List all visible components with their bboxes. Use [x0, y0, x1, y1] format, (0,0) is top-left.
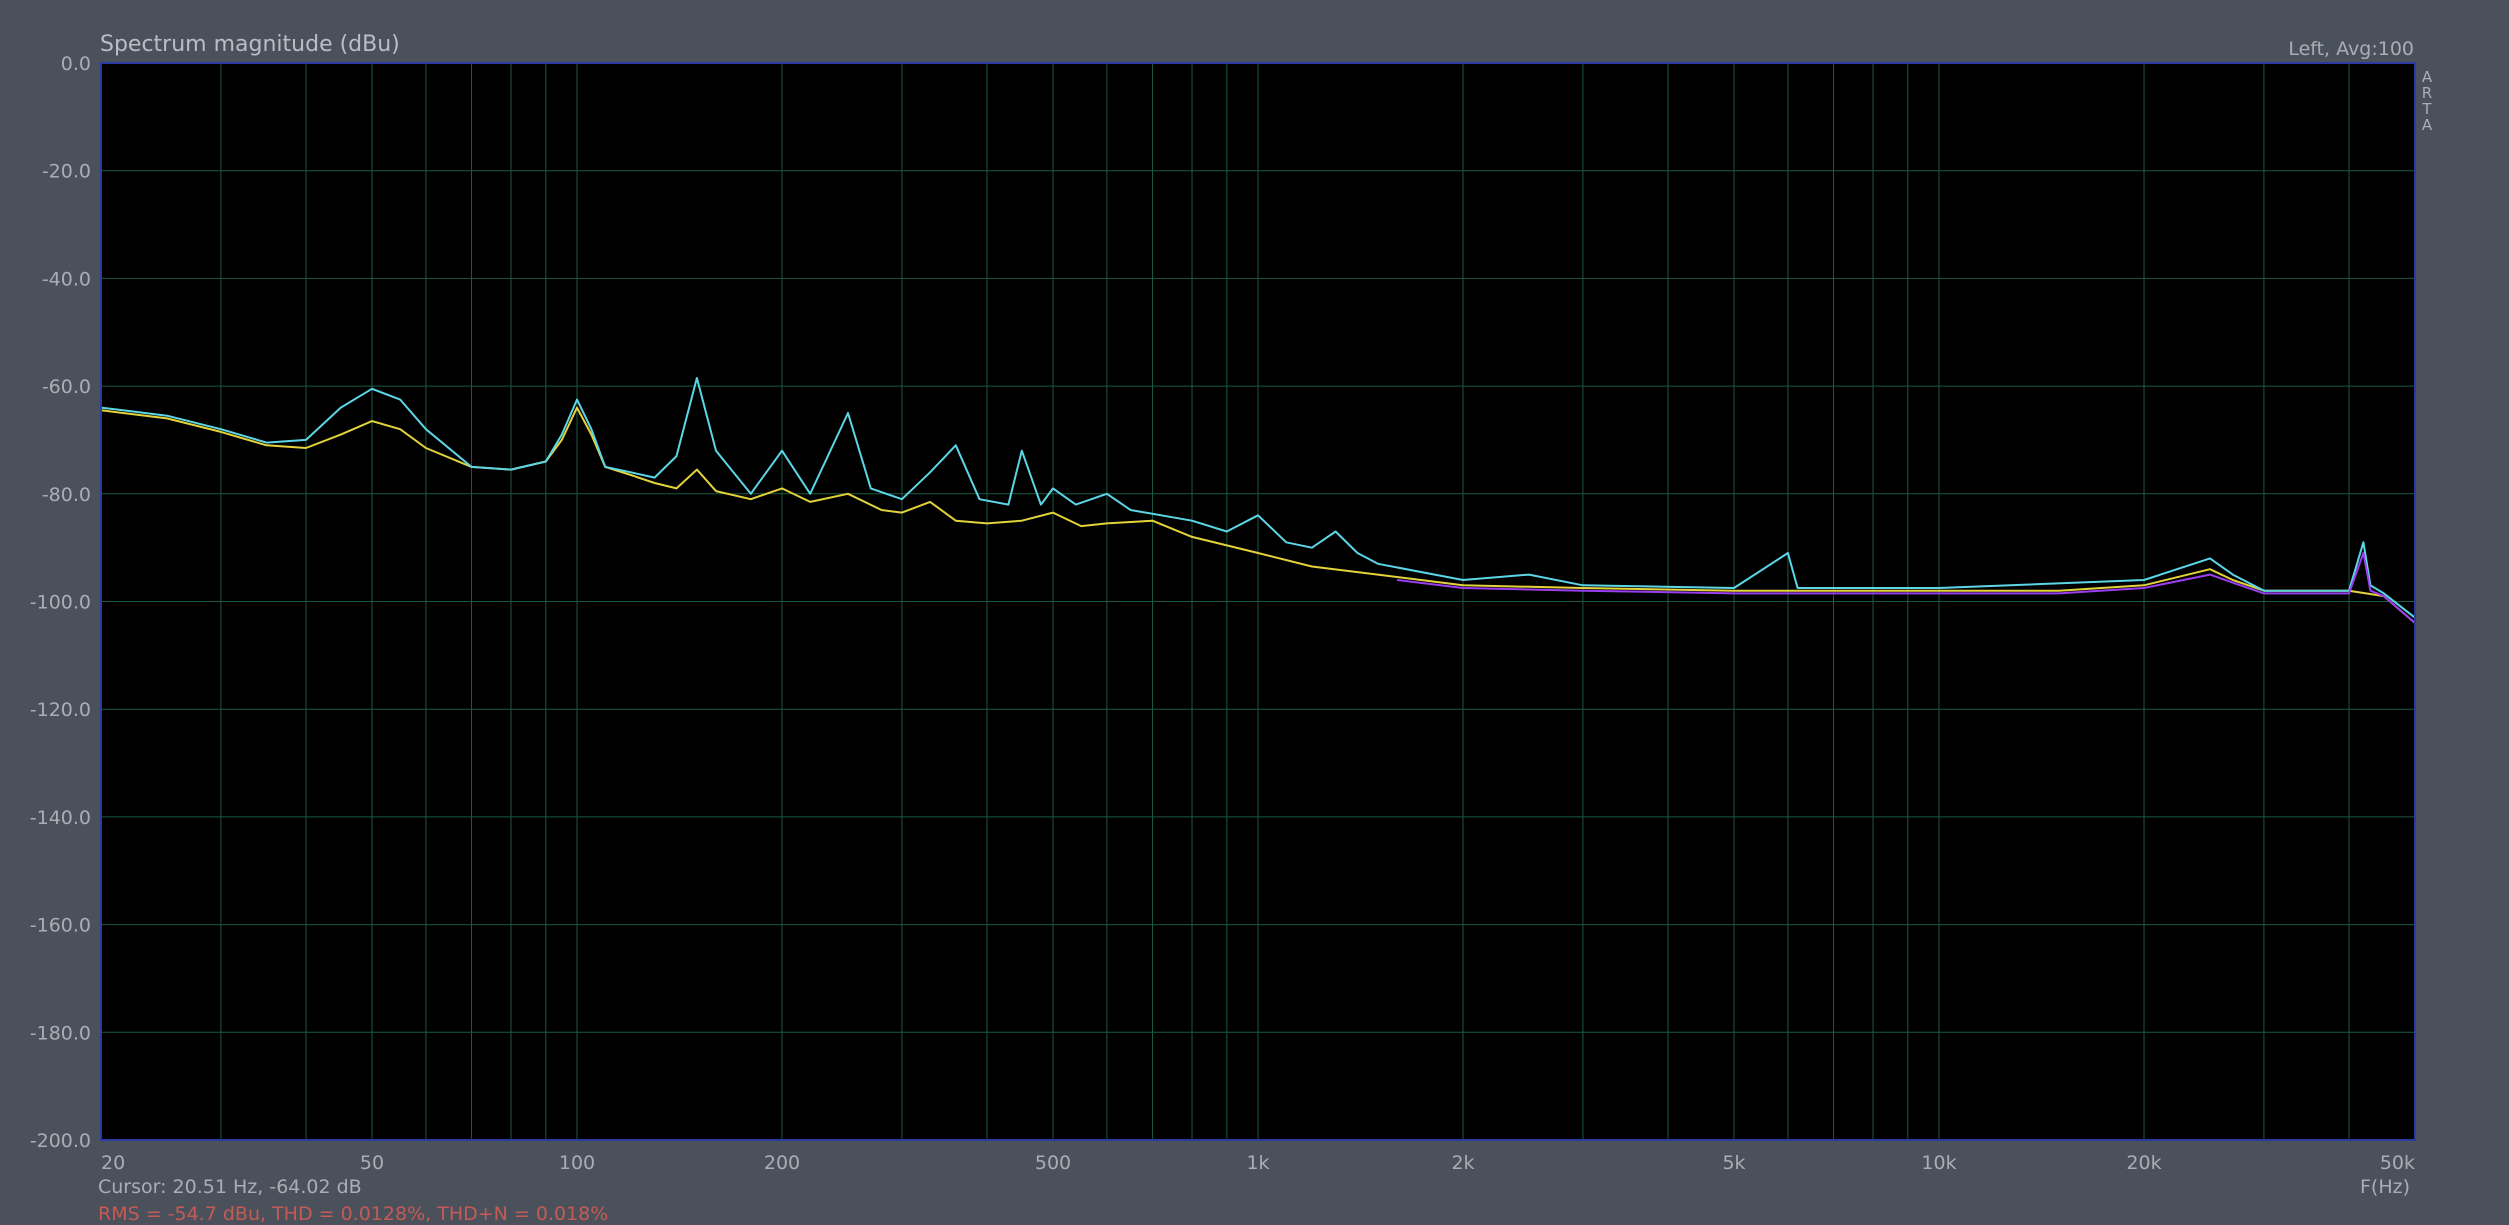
y-tick-label: -100.0 [30, 592, 91, 614]
channel-label: Left, Avg:100 [2288, 38, 2414, 60]
y-tick-label: -20.0 [42, 161, 91, 183]
x-tick-label: 50 [360, 1152, 384, 1174]
x-tick-label: 100 [559, 1152, 595, 1174]
x-tick-label: 2k [1451, 1152, 1474, 1174]
cursor-readout: Cursor: 20.51 Hz, -64.02 dB [98, 1176, 362, 1198]
y-tick-label: -40.0 [42, 268, 91, 290]
x-axis-label: F(Hz) [2360, 1176, 2410, 1198]
x-tick-label: 1k [1246, 1152, 1269, 1174]
y-tick-label: -180.0 [30, 1022, 91, 1044]
x-tick-label: 200 [764, 1152, 800, 1174]
y-tick-label: -200.0 [30, 1130, 91, 1152]
y-tick-label: -80.0 [42, 484, 91, 506]
y-tick-label: -60.0 [42, 376, 91, 398]
x-tick-label: 5k [1722, 1152, 1745, 1174]
spectrum-window: Spectrum magnitude (dBu) Left, Avg:100 0… [0, 0, 2509, 1225]
y-tick-label: -160.0 [30, 915, 91, 937]
x-tick-label: 10k [1921, 1152, 1956, 1174]
x-tick-label: 50k [2380, 1152, 2415, 1174]
side-label: ARTA [2421, 68, 2432, 134]
y-tick-label: -140.0 [30, 807, 91, 829]
rms-readout: RMS = -54.7 dBu, THD = 0.0128%, THD+N = … [98, 1203, 608, 1225]
y-tick-label: -120.0 [30, 699, 91, 721]
spectrum-chart: Spectrum magnitude (dBu) Left, Avg:100 0… [30, 32, 2433, 1225]
x-tick-label: 20 [101, 1152, 125, 1174]
chart-title: Spectrum magnitude (dBu) [100, 32, 400, 57]
x-axis-ticks: 20 50 100 200 500 1k 2k 5k 10k 20k 50k [101, 1152, 2415, 1174]
x-tick-label: 500 [1035, 1152, 1071, 1174]
x-tick-label: 20k [2126, 1152, 2161, 1174]
y-tick-label: 0.0 [61, 53, 91, 75]
y-axis-ticks: 0.0 -20.0 -40.0 -60.0 -80.0 -100.0 -120.0 -140.… [30, 53, 91, 1152]
side-label-letter: A [2422, 116, 2433, 134]
